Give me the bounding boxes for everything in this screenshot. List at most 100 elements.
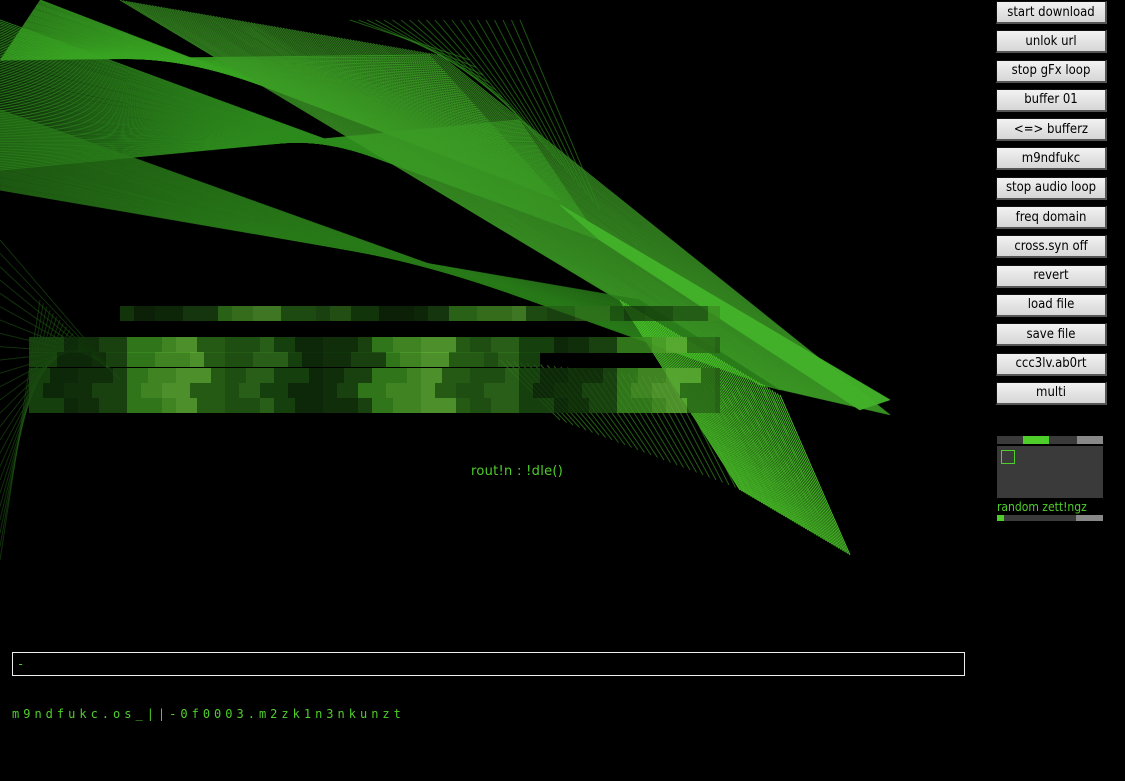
stop-audio-loop-button[interactable]: stop audio loop	[996, 176, 1107, 200]
cross-syn-off-button[interactable]: cross.syn off	[996, 235, 1107, 259]
pixel-cell	[288, 383, 323, 398]
freq-domain-button[interactable]: freq domain	[996, 206, 1107, 230]
pixel-cell	[393, 398, 421, 413]
pixel-cell	[190, 352, 204, 367]
pixel-cell	[470, 337, 491, 353]
pixel-cell	[274, 398, 295, 413]
unlock-url-button[interactable]: unlok url	[996, 30, 1107, 54]
pixel-cell	[379, 306, 414, 321]
pixel-cell	[351, 352, 386, 367]
random-settings-panel[interactable]	[997, 446, 1103, 498]
pixel-cell	[652, 337, 666, 353]
pixel-cell	[540, 368, 568, 383]
pixel-cell	[568, 398, 589, 413]
pixel-cell	[316, 306, 330, 321]
pixel-cell	[589, 398, 617, 413]
pixel-cell	[323, 337, 358, 353]
pixel-cell	[372, 337, 393, 353]
pixel-cell	[610, 306, 624, 321]
pixel-cell	[274, 337, 295, 353]
pixel-cell	[491, 337, 519, 353]
pixel-cell	[624, 306, 645, 321]
random-settings-label: random zett!ngz	[997, 500, 1087, 514]
pixel-cell	[92, 352, 106, 367]
pixel-cell	[260, 337, 274, 353]
random-settings-bottom-slider[interactable]	[997, 515, 1103, 521]
pixel-cell	[428, 306, 449, 321]
pixel-cell	[260, 398, 274, 413]
buffer-01-button[interactable]: buffer 01	[996, 88, 1107, 112]
visualizer-canvas	[0, 0, 891, 561]
pixel-cell	[568, 337, 589, 353]
pixel-cell	[631, 383, 652, 398]
pixel-cell	[666, 337, 687, 353]
load-file-button[interactable]: load file	[996, 293, 1107, 317]
command-input[interactable]	[12, 652, 965, 676]
pixel-cell	[183, 306, 218, 321]
pixel-cell	[575, 306, 610, 321]
pixel-cell	[211, 368, 225, 383]
pixel-cell	[295, 337, 323, 353]
pixel-cell	[680, 383, 715, 398]
pixel-cell	[400, 352, 421, 367]
pixel-cell	[666, 398, 687, 413]
pixel-cell	[512, 306, 526, 321]
pixel-cell	[519, 368, 540, 383]
pixel-cell	[498, 352, 519, 367]
pixel-cell	[323, 398, 358, 413]
pixel-cell	[29, 383, 43, 398]
revert-button[interactable]: revert	[996, 264, 1107, 288]
pixel-cell	[225, 368, 246, 383]
pixel-cell	[127, 337, 162, 353]
pixel-cell	[29, 337, 64, 353]
pixel-cell	[197, 398, 225, 413]
pixel-cell	[673, 306, 708, 321]
m9ndfukc-button[interactable]: m9ndfukc	[996, 147, 1107, 171]
pixel-cell	[281, 306, 316, 321]
pixel-cell	[162, 398, 176, 413]
pixel-cell	[715, 337, 720, 353]
random-settings-widget[interactable]: random zett!ngz	[997, 436, 1103, 521]
pixel-cell	[330, 306, 351, 321]
pixel-cell	[246, 368, 274, 383]
pixel-cell	[568, 368, 603, 383]
pixel-cell	[92, 383, 127, 398]
random-settings-top-slider[interactable]	[997, 436, 1103, 444]
pixel-cell	[554, 398, 568, 413]
save-file-button[interactable]: save file	[996, 323, 1107, 347]
pixel-cell	[456, 383, 484, 398]
pixel-cell	[519, 337, 554, 353]
pixel-cell	[414, 306, 428, 321]
pixel-cell	[232, 306, 253, 321]
pixel-cell	[386, 352, 400, 367]
pixel-cell	[78, 368, 113, 383]
pixel-cell	[162, 337, 176, 353]
multi-button[interactable]: multi	[996, 381, 1107, 405]
button-panel: start download unlok url stop gFx loop buff…	[996, 1, 1107, 411]
pixel-cell	[708, 306, 720, 321]
start-download-button[interactable]: start download	[996, 1, 1107, 24]
pixel-cell	[323, 352, 351, 367]
pixel-cell	[582, 383, 617, 398]
pixel-cell	[274, 368, 309, 383]
pixel-cell	[617, 398, 652, 413]
random-settings-handle[interactable]	[1001, 450, 1015, 464]
ccc3lv-abort-button[interactable]: ccc3lv.ab0rt	[996, 352, 1107, 376]
pixel-cell	[127, 398, 162, 413]
pixel-cell	[337, 383, 358, 398]
pixel-cell	[99, 337, 127, 353]
pixel-cell	[148, 368, 176, 383]
pixel-cell	[225, 337, 260, 353]
stop-gfx-loop-button[interactable]: stop gFx loop	[996, 59, 1107, 83]
pixel-cell	[190, 383, 225, 398]
pixel-cell	[491, 398, 519, 413]
pixel-cell	[421, 352, 449, 367]
swap-buffers-button[interactable]: <=> bufferz	[996, 118, 1107, 142]
pixel-cell	[554, 383, 582, 398]
pixel-cell	[176, 337, 197, 353]
pixel-cell	[519, 398, 554, 413]
pixel-cell	[715, 368, 720, 383]
pixel-cell	[50, 368, 78, 383]
pixel-cell	[470, 368, 505, 383]
pixel-cell	[78, 398, 99, 413]
